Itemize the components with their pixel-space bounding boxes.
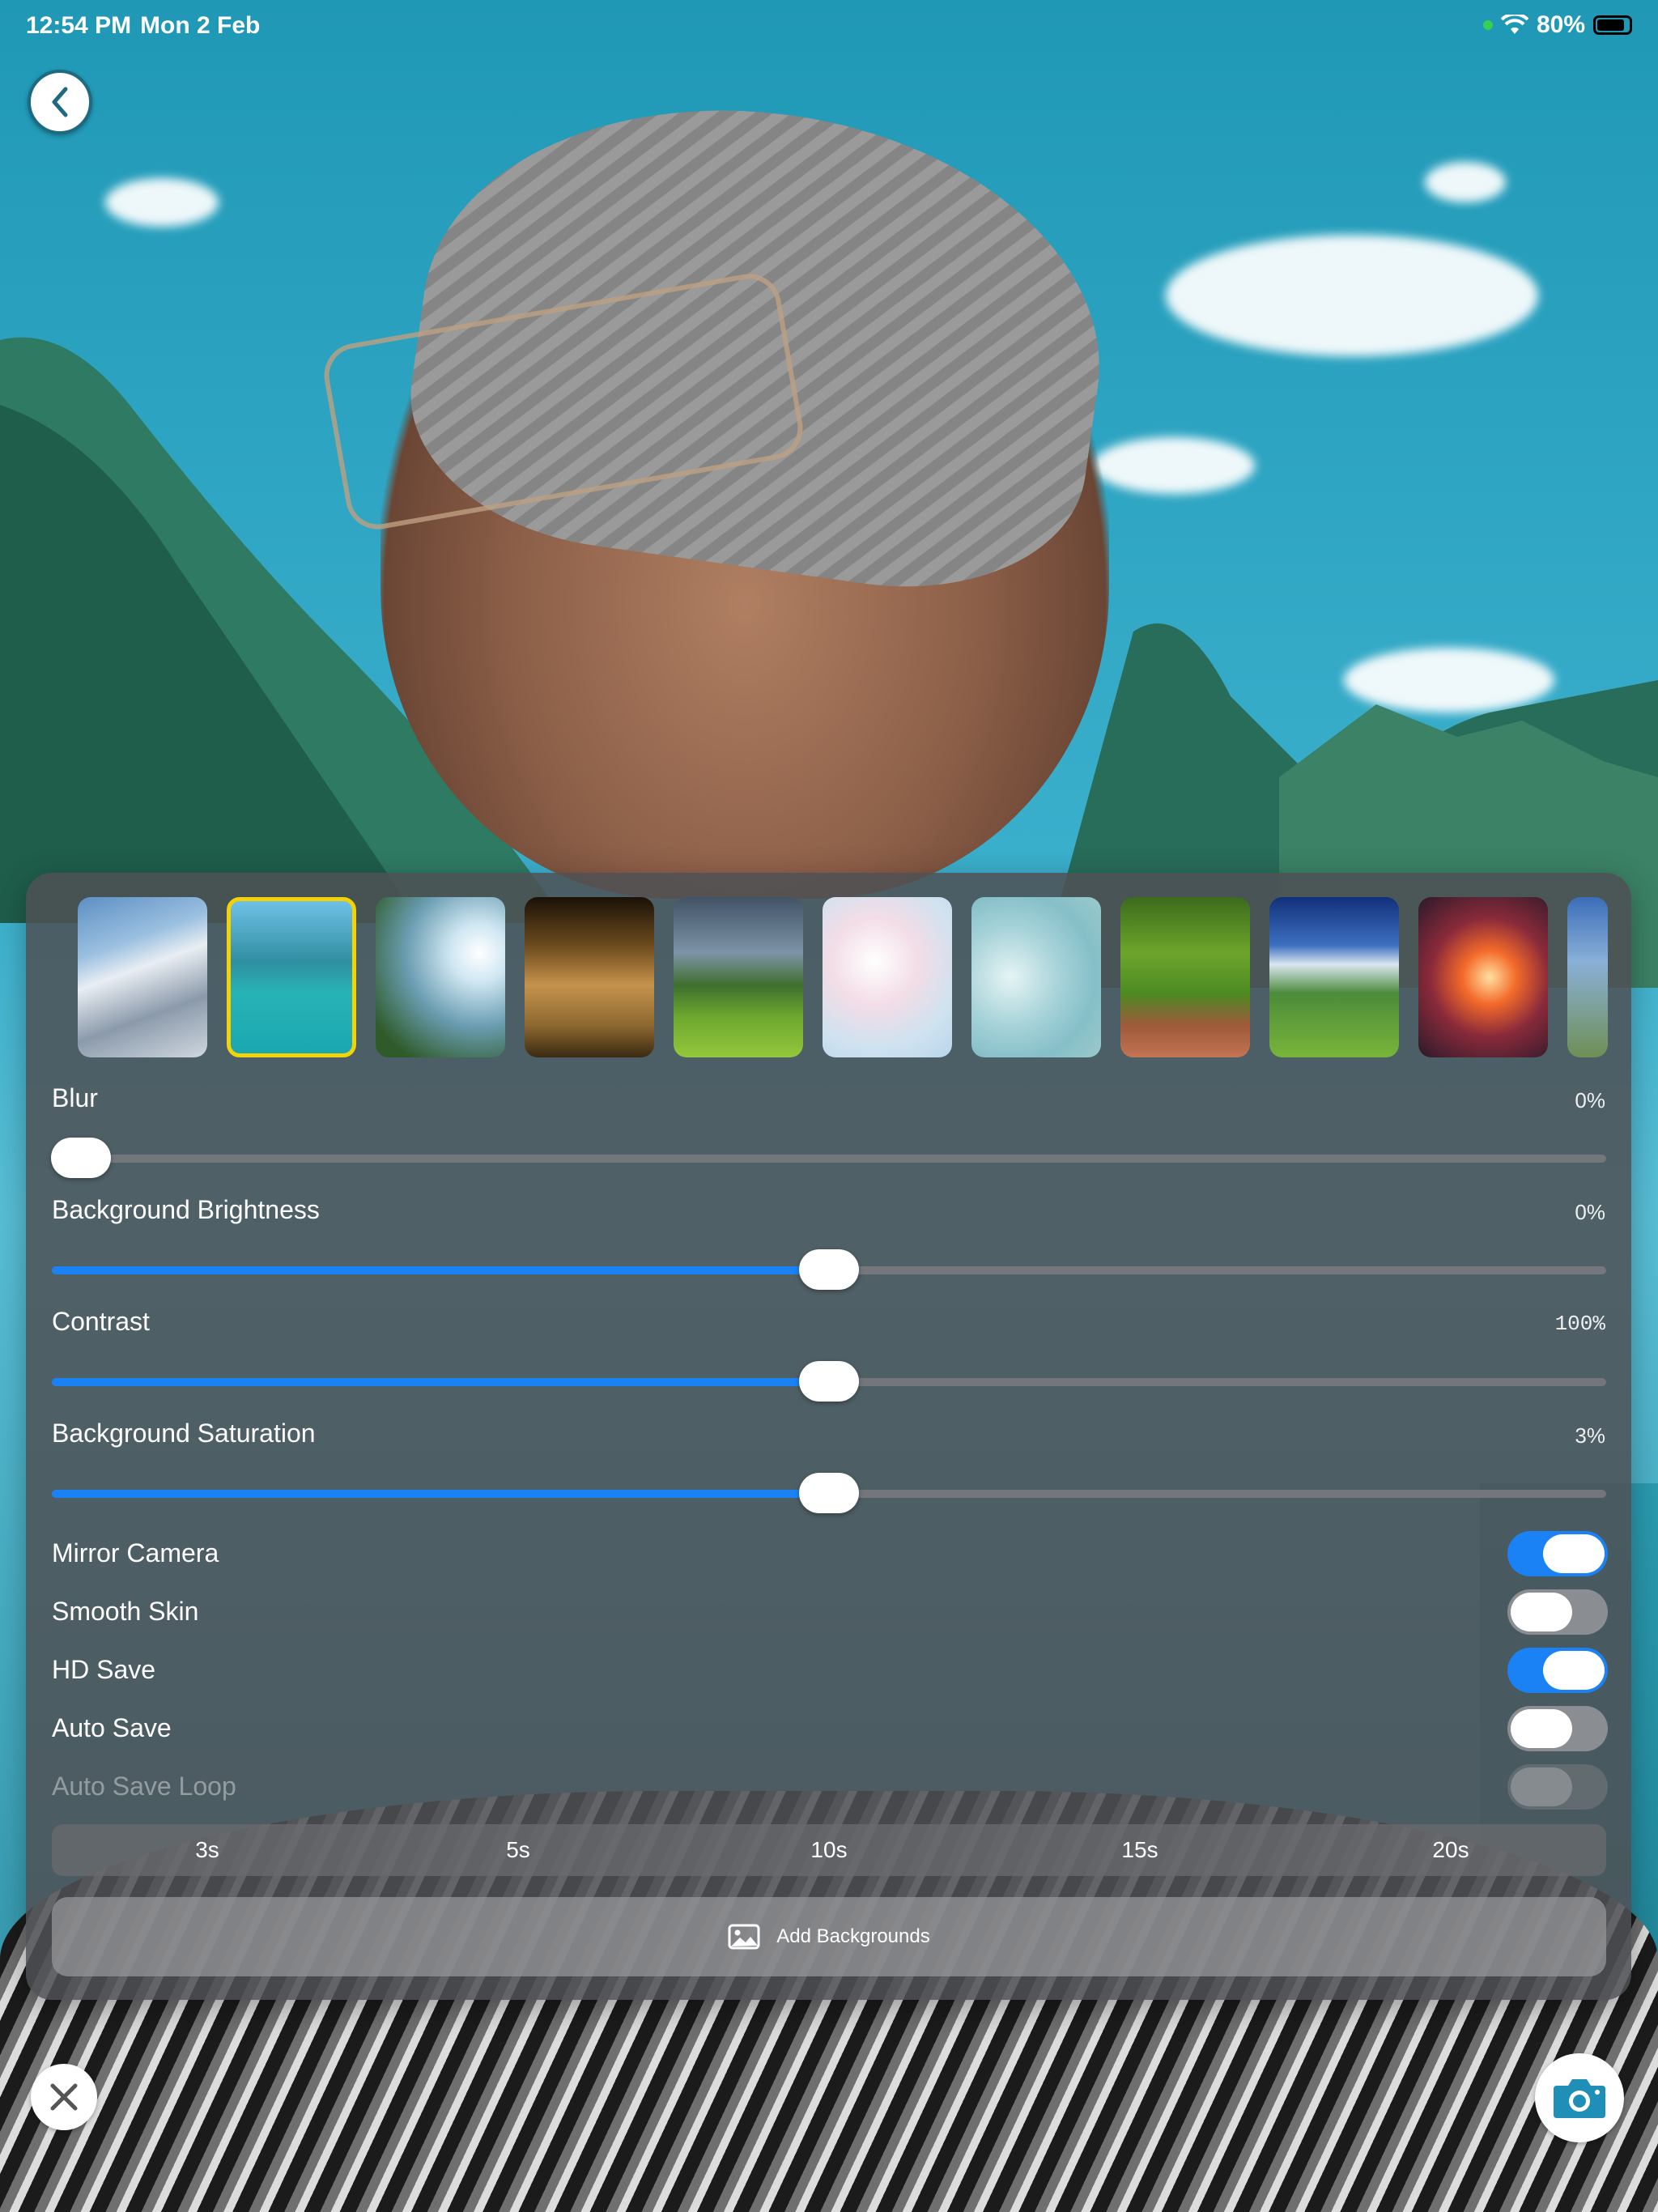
interval-option-15s[interactable]: 15s bbox=[984, 1824, 1295, 1876]
cloud bbox=[105, 178, 219, 227]
slider-thumb[interactable] bbox=[799, 1249, 859, 1290]
camera-icon bbox=[1554, 2079, 1605, 2118]
contrast-slider[interactable] bbox=[52, 1361, 1606, 1402]
status-indicators: 80% bbox=[1482, 11, 1632, 39]
auto-save-loop-toggle[interactable] bbox=[1507, 1764, 1608, 1810]
interval-option-5s[interactable]: 5s bbox=[363, 1824, 674, 1876]
wifi-icon bbox=[1500, 15, 1528, 34]
close-icon bbox=[50, 2083, 78, 2111]
cloud bbox=[1166, 235, 1538, 356]
battery-percent: 80% bbox=[1536, 11, 1585, 38]
photo-icon bbox=[728, 1924, 760, 1950]
interval-option-20s[interactable]: 20s bbox=[1295, 1824, 1606, 1876]
background-thumbnail[interactable] bbox=[1269, 897, 1399, 1057]
contrast-value: 100% bbox=[1554, 1312, 1605, 1336]
slider-fill bbox=[52, 1490, 829, 1498]
brightness-label: Background Brightness bbox=[52, 1195, 320, 1224]
smooth-skin-toggle[interactable] bbox=[1507, 1589, 1608, 1635]
green-dot-indicator-icon bbox=[1482, 20, 1493, 30]
blur-slider[interactable] bbox=[51, 1138, 1606, 1178]
cloud bbox=[1093, 437, 1255, 494]
capture-button[interactable] bbox=[1535, 2053, 1624, 2142]
brightness-slider[interactable] bbox=[52, 1249, 1606, 1290]
cloud bbox=[1425, 162, 1506, 202]
battery-icon bbox=[1593, 15, 1632, 35]
mirror-camera-label: Mirror Camera bbox=[52, 1538, 219, 1568]
close-button[interactable] bbox=[31, 2064, 97, 2130]
status-date: Mon 2 Feb bbox=[140, 12, 261, 39]
blur-value: 0% bbox=[1575, 1088, 1605, 1112]
hd-save-toggle[interactable] bbox=[1507, 1648, 1608, 1693]
add-backgrounds-button[interactable]: Add Backgrounds bbox=[52, 1897, 1606, 1976]
slider-thumb[interactable] bbox=[51, 1138, 112, 1178]
background-thumbnail[interactable] bbox=[823, 897, 952, 1057]
interval-option-3s[interactable]: 3s bbox=[52, 1824, 363, 1876]
smooth-skin-label: Smooth Skin bbox=[52, 1597, 199, 1626]
auto-save-label: Auto Save bbox=[52, 1713, 172, 1742]
hd-save-label: HD Save bbox=[52, 1655, 156, 1684]
background-thumbnails[interactable] bbox=[78, 897, 1632, 1059]
status-bar: 12:54 PM Mon 2 Feb 80% bbox=[0, 0, 1658, 52]
auto-save-toggle[interactable] bbox=[1507, 1706, 1608, 1751]
slider-thumb[interactable] bbox=[799, 1361, 859, 1402]
slider-fill bbox=[52, 1266, 829, 1274]
background-thumbnail[interactable] bbox=[78, 897, 207, 1057]
background-thumbnail[interactable] bbox=[376, 897, 505, 1057]
saturation-label: Background Saturation bbox=[52, 1419, 316, 1448]
slider-thumb[interactable] bbox=[799, 1473, 859, 1513]
auto-save-loop-label: Auto Save Loop bbox=[52, 1772, 236, 1801]
background-thumbnail[interactable] bbox=[1418, 897, 1548, 1057]
background-thumbnail[interactable] bbox=[1120, 897, 1250, 1057]
interval-option-10s[interactable]: 10s bbox=[674, 1824, 984, 1876]
background-thumbnail[interactable] bbox=[674, 897, 803, 1057]
add-backgrounds-label: Add Backgrounds bbox=[776, 1925, 930, 1947]
slider-fill bbox=[52, 1378, 829, 1386]
background-thumbnail[interactable] bbox=[971, 897, 1101, 1057]
loop-interval-segmented-control[interactable]: 3s 5s 10s 15s 20s bbox=[52, 1824, 1606, 1876]
blur-label: Blur bbox=[52, 1083, 98, 1112]
background-thumbnail-selected[interactable] bbox=[227, 897, 356, 1057]
back-button[interactable] bbox=[28, 70, 92, 134]
contrast-label: Contrast bbox=[52, 1307, 150, 1336]
chevron-left-icon bbox=[52, 87, 68, 117]
saturation-value: 3% bbox=[1575, 1423, 1605, 1448]
saturation-slider[interactable] bbox=[52, 1473, 1606, 1513]
mirror-camera-toggle[interactable] bbox=[1507, 1531, 1608, 1576]
status-time: 12:54 PM bbox=[26, 12, 132, 39]
background-thumbnail[interactable] bbox=[1567, 897, 1608, 1057]
brightness-value: 0% bbox=[1575, 1200, 1605, 1224]
background-thumbnail[interactable] bbox=[525, 897, 654, 1057]
background-settings-panel: Blur 0% Background Brightness 0% Contras… bbox=[26, 873, 1631, 2000]
